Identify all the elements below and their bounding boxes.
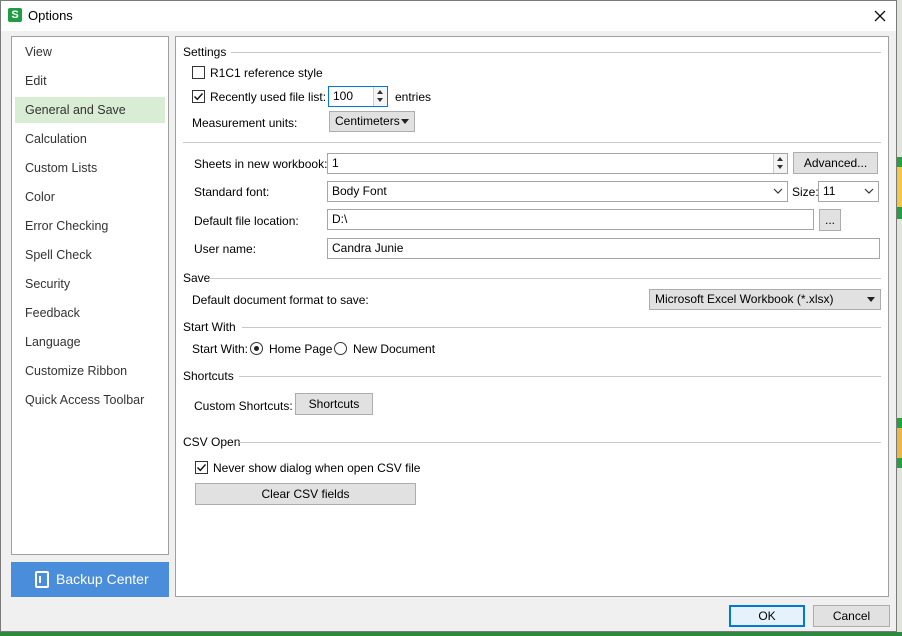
sheets-label: Sheets in new workbook:: [194, 157, 328, 171]
clear-csv-button[interactable]: Clear CSV fields: [195, 483, 416, 505]
check-icon: [194, 93, 204, 101]
general-and-save-panel: Settings R1C1 reference style Recently u…: [175, 36, 889, 597]
sidebar-item-error-checking[interactable]: Error Checking: [15, 213, 165, 239]
background-app-edge: [897, 0, 902, 636]
section-heading-shortcuts: Shortcuts: [183, 369, 234, 383]
sidebar-item-feedback[interactable]: Feedback: [15, 300, 165, 326]
options-sidebar: View Edit General and Save Calculation C…: [11, 36, 169, 555]
sheets-input[interactable]: 1: [327, 153, 788, 174]
section-heading-save: Save: [183, 271, 211, 285]
format-value: Microsoft Excel Workbook (*.xlsx): [655, 292, 834, 306]
new-document-radio[interactable]: [334, 342, 347, 355]
app-icon: S: [8, 8, 22, 22]
title-bar: S Options: [1, 1, 896, 31]
location-input[interactable]: D:\: [327, 209, 814, 230]
close-icon[interactable]: [869, 5, 891, 27]
location-value: D:\: [332, 212, 348, 226]
font-combo[interactable]: Body Font: [327, 181, 788, 202]
backup-center-button[interactable]: Backup Center: [11, 562, 169, 597]
size-label: Size:: [792, 185, 819, 199]
size-combo[interactable]: 11: [818, 181, 879, 202]
font-label: Standard font:: [194, 185, 270, 199]
section-heading-start-with: Start With: [183, 320, 236, 334]
section-heading-csv-open: CSV Open: [183, 435, 241, 449]
units-value: Centimeters: [335, 114, 400, 128]
backup-center-label: Backup Center: [56, 571, 149, 587]
chevron-down-icon: [773, 188, 783, 194]
username-label: User name:: [194, 242, 257, 256]
custom-shortcuts-label: Custom Shortcuts:: [194, 399, 293, 413]
options-dialog: S Options View Edit General and Save Cal…: [0, 0, 897, 632]
browse-button[interactable]: ...: [819, 209, 841, 231]
username-value: Candra Junie: [332, 241, 404, 255]
section-divider: [183, 142, 881, 143]
dropdown-arrow-icon: [401, 119, 409, 124]
backup-icon: [35, 571, 49, 588]
sidebar-item-language[interactable]: Language: [15, 329, 165, 355]
section-heading-settings: Settings: [183, 45, 227, 59]
recent-files-label: Recently used file list:: [210, 90, 327, 104]
format-label: Default document format to save:: [192, 293, 369, 307]
r1c1-label: R1C1 reference style: [210, 66, 323, 80]
advanced-button[interactable]: Advanced...: [793, 152, 878, 174]
entries-label: entries: [395, 90, 432, 104]
shortcuts-button[interactable]: Shortcuts: [295, 393, 373, 415]
ok-button[interactable]: OK: [729, 605, 805, 627]
sidebar-item-custom-lists[interactable]: Custom Lists: [15, 155, 165, 181]
font-value: Body Font: [332, 184, 387, 198]
recent-files-spinner[interactable]: [373, 87, 387, 106]
location-label: Default file location:: [194, 214, 299, 228]
sidebar-item-color[interactable]: Color: [15, 184, 165, 210]
section-divider: [209, 278, 881, 279]
sidebar-item-edit[interactable]: Edit: [15, 68, 165, 94]
sidebar-item-calculation[interactable]: Calculation: [15, 126, 165, 152]
home-page-label: Home Page: [269, 342, 333, 356]
home-page-radio[interactable]: [250, 342, 263, 355]
new-document-label: New Document: [353, 342, 436, 356]
section-divider: [242, 327, 881, 328]
start-with-label: Start With:: [192, 342, 249, 356]
sidebar-item-quick-access-toolbar[interactable]: Quick Access Toolbar: [15, 387, 165, 413]
section-divider: [239, 376, 881, 377]
sheets-value: 1: [332, 156, 339, 170]
recent-files-count-value: 100: [333, 89, 354, 103]
check-icon: [197, 464, 207, 472]
sidebar-item-spell-check[interactable]: Spell Check: [15, 242, 165, 268]
units-dropdown[interactable]: Centimeters: [329, 111, 415, 132]
background-app-bottom: [0, 632, 902, 636]
r1c1-checkbox[interactable]: [192, 66, 205, 79]
sidebar-item-view[interactable]: View: [15, 39, 165, 65]
sheets-spinner[interactable]: [773, 154, 787, 173]
never-show-csv-checkbox[interactable]: [195, 461, 208, 474]
section-divider: [231, 52, 881, 53]
format-dropdown[interactable]: Microsoft Excel Workbook (*.xlsx): [649, 289, 881, 310]
window-title: Options: [28, 8, 73, 23]
recent-files-checkbox[interactable]: [192, 90, 205, 103]
never-show-csv-label: Never show dialog when open CSV file: [213, 461, 421, 475]
section-divider: [239, 442, 881, 443]
sidebar-item-security[interactable]: Security: [15, 271, 165, 297]
dropdown-arrow-icon: [867, 297, 875, 302]
sidebar-item-general-and-save[interactable]: General and Save: [15, 97, 165, 123]
cancel-button[interactable]: Cancel: [813, 605, 890, 627]
units-label: Measurement units:: [192, 116, 298, 130]
size-value: 11: [823, 184, 836, 198]
chevron-down-icon: [864, 188, 874, 194]
recent-files-count-input[interactable]: 100: [328, 86, 388, 107]
sidebar-item-customize-ribbon[interactable]: Customize Ribbon: [15, 358, 165, 384]
username-input[interactable]: Candra Junie: [327, 238, 880, 259]
